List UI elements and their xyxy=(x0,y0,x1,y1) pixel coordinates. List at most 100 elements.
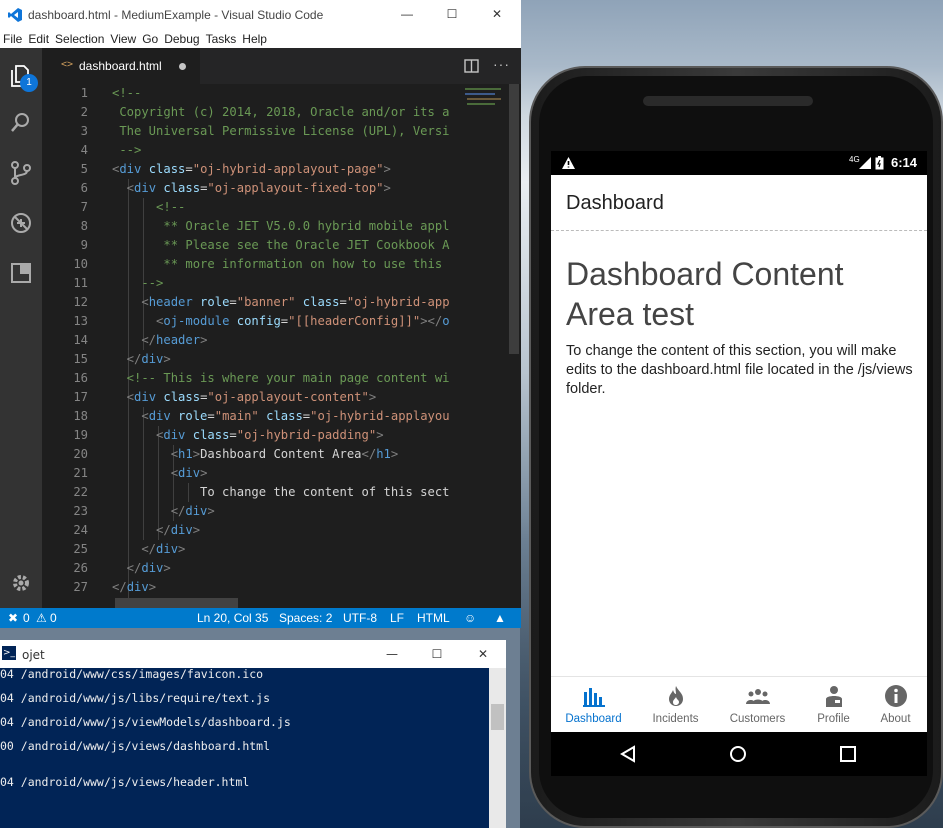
menu-item[interactable]: Debug xyxy=(161,30,202,48)
menu-item[interactable]: File xyxy=(0,30,25,48)
menu-item[interactable]: Selection xyxy=(52,30,107,48)
cursor-position[interactable]: Ln 20, Col 35 xyxy=(197,611,268,625)
code-text[interactable]: </div> xyxy=(112,350,171,369)
menu-item[interactable]: View xyxy=(107,30,139,48)
notifications-bell-icon[interactable]: ▲ xyxy=(494,611,506,625)
back-icon[interactable] xyxy=(619,745,637,763)
code-line[interactable]: 21 <div> xyxy=(42,464,463,483)
code-line[interactable]: 9 ** Please see the Oracle JET Cookbook … xyxy=(42,236,463,255)
code-text[interactable]: </div> xyxy=(112,559,171,578)
code-line[interactable]: 6 <div class="oj-applayout-fixed-top"> xyxy=(42,179,463,198)
code-text[interactable]: ** Oracle JET V5.0.0 hybrid mobile appl xyxy=(112,217,449,236)
split-editor-icon[interactable] xyxy=(464,59,479,73)
tab-dashboard-html[interactable]: <> dashboard.html xyxy=(42,48,200,84)
nav-item-dashboard[interactable]: Dashboard xyxy=(556,677,631,732)
code-line[interactable]: 27 </div> xyxy=(42,578,463,597)
code-text[interactable]: </header> xyxy=(112,331,207,350)
code-text[interactable]: <!-- This is where your main page conten… xyxy=(112,369,450,388)
errors-icon[interactable]: ✖ xyxy=(8,611,18,625)
unsaved-dot-icon[interactable] xyxy=(179,63,186,70)
indentation-setting[interactable]: Spaces: 2 xyxy=(279,611,332,625)
code-text[interactable]: Copyright (c) 2014, 2018, Oracle and/or … xyxy=(112,103,449,122)
errors-count[interactable]: 0 xyxy=(23,611,30,625)
minimize-icon[interactable]: — xyxy=(377,644,407,664)
code-line[interactable]: 1 <!-- xyxy=(42,84,463,103)
code-line[interactable]: 16 <!-- This is where your main page con… xyxy=(42,369,463,388)
horizontal-scrollbar-thumb[interactable] xyxy=(115,598,238,608)
close-icon[interactable]: ✕ xyxy=(468,644,498,664)
code-text[interactable]: <div class="oj-hybrid-applayout-page"> xyxy=(112,160,391,179)
maximize-icon[interactable]: ☐ xyxy=(437,4,467,24)
code-line[interactable]: 25 </div> xyxy=(42,540,463,559)
menu-item[interactable]: Go xyxy=(139,30,161,48)
encoding-setting[interactable]: UTF-8 xyxy=(343,611,377,625)
code-text[interactable]: ** Please see the Oracle JET Cookbook A xyxy=(112,236,449,255)
code-text[interactable]: <div> xyxy=(112,464,208,483)
code-text[interactable]: --> xyxy=(112,141,141,160)
settings-gear-icon[interactable] xyxy=(8,570,34,596)
eol-setting[interactable]: LF xyxy=(390,611,404,625)
code-text[interactable]: <!-- xyxy=(112,84,141,103)
extensions-icon[interactable] xyxy=(8,260,34,286)
code-line[interactable]: 12 <header role="banner" class="oj-hybri… xyxy=(42,293,463,312)
scrollbar-thumb[interactable] xyxy=(491,704,504,730)
code-text[interactable]: </div> xyxy=(112,540,185,559)
code-line[interactable]: 13 <oj-module config="[[headerConfig]]">… xyxy=(42,312,463,331)
nav-item-about[interactable]: About xyxy=(858,677,927,732)
nav-item-customers[interactable]: Customers xyxy=(720,677,795,732)
code-line[interactable]: 4 --> xyxy=(42,141,463,160)
code-text[interactable]: To change the content of this sect xyxy=(112,483,449,502)
code-line[interactable]: 23 </div> xyxy=(42,502,463,521)
code-line[interactable]: 15 </div> xyxy=(42,350,463,369)
nav-item-incidents[interactable]: Incidents xyxy=(638,677,713,732)
code-line[interactable]: 10 ** more information on how to use thi… xyxy=(42,255,463,274)
code-line[interactable]: 7 <!-- xyxy=(42,198,463,217)
close-icon[interactable]: ✕ xyxy=(482,4,512,24)
code-line[interactable]: 17 <div class="oj-applayout-content"> xyxy=(42,388,463,407)
minimap[interactable] xyxy=(463,84,508,598)
maximize-icon[interactable]: ☐ xyxy=(422,644,452,664)
language-mode[interactable]: HTML xyxy=(417,611,450,625)
code-line[interactable]: 8 ** Oracle JET V5.0.0 hybrid mobile app… xyxy=(42,217,463,236)
menu-item[interactable]: Tasks xyxy=(203,30,240,48)
home-icon[interactable] xyxy=(729,745,747,763)
code-text[interactable]: <div class="oj-applayout-content"> xyxy=(112,388,377,407)
code-line[interactable]: 11 --> xyxy=(42,274,463,293)
code-line[interactable]: 18 <div role="main" class="oj-hybrid-app… xyxy=(42,407,463,426)
feedback-smiley-icon[interactable]: ☺ xyxy=(464,611,476,625)
source-control-icon[interactable] xyxy=(8,160,34,186)
code-line[interactable]: 24 </div> xyxy=(42,521,463,540)
code-text[interactable]: </div> xyxy=(112,521,200,540)
code-text[interactable]: <!-- xyxy=(112,198,185,217)
code-text[interactable]: ** more information on how to use this xyxy=(112,255,442,274)
code-text[interactable]: The Universal Permissive License (UPL), … xyxy=(112,122,449,141)
terminal-scrollbar[interactable] xyxy=(489,668,506,828)
code-line[interactable]: 3 The Universal Permissive License (UPL)… xyxy=(42,122,463,141)
code-editor[interactable]: 1 <!-- 2 Copyright (c) 2014, 2018, Oracle … xyxy=(42,84,463,598)
code-line[interactable]: 26 </div> xyxy=(42,559,463,578)
scrollbar-thumb[interactable] xyxy=(509,84,519,354)
code-text[interactable]: --> xyxy=(112,274,163,293)
code-text[interactable]: <div role="main" class="oj-hybrid-applay… xyxy=(112,407,449,426)
code-text[interactable]: </div> xyxy=(112,578,156,597)
code-line[interactable]: 2 Copyright (c) 2014, 2018, Oracle and/o… xyxy=(42,103,463,122)
code-line[interactable]: 14 </header> xyxy=(42,331,463,350)
recents-icon[interactable] xyxy=(840,746,856,762)
code-line[interactable]: 19 <div class="oj-hybrid-padding"> xyxy=(42,426,463,445)
debug-icon[interactable] xyxy=(8,210,34,236)
warnings-icon[interactable]: ⚠ xyxy=(36,611,47,625)
warnings-count[interactable]: 0 xyxy=(50,611,57,625)
code-text[interactable]: <div class="oj-applayout-fixed-top"> xyxy=(112,179,391,198)
code-text[interactable]: <h1>Dashboard Content Area</h1> xyxy=(112,445,399,464)
code-line[interactable]: 20 <h1>Dashboard Content Area</h1> xyxy=(42,445,463,464)
code-text[interactable]: <div class="oj-hybrid-padding"> xyxy=(112,426,384,445)
minimize-icon[interactable]: — xyxy=(392,4,422,24)
more-actions-icon[interactable]: ··· xyxy=(493,56,510,72)
code-line[interactable]: 22 To change the content of this sect xyxy=(42,483,463,502)
code-text[interactable]: <header role="banner" class="oj-hybrid-a… xyxy=(112,293,449,312)
menu-item[interactable]: Help xyxy=(239,30,270,48)
code-text[interactable]: </div> xyxy=(112,502,215,521)
search-icon[interactable] xyxy=(8,110,34,136)
menu-item[interactable]: Edit xyxy=(25,30,52,48)
code-line[interactable]: 5 <div class="oj-hybrid-applayout-page"> xyxy=(42,160,463,179)
